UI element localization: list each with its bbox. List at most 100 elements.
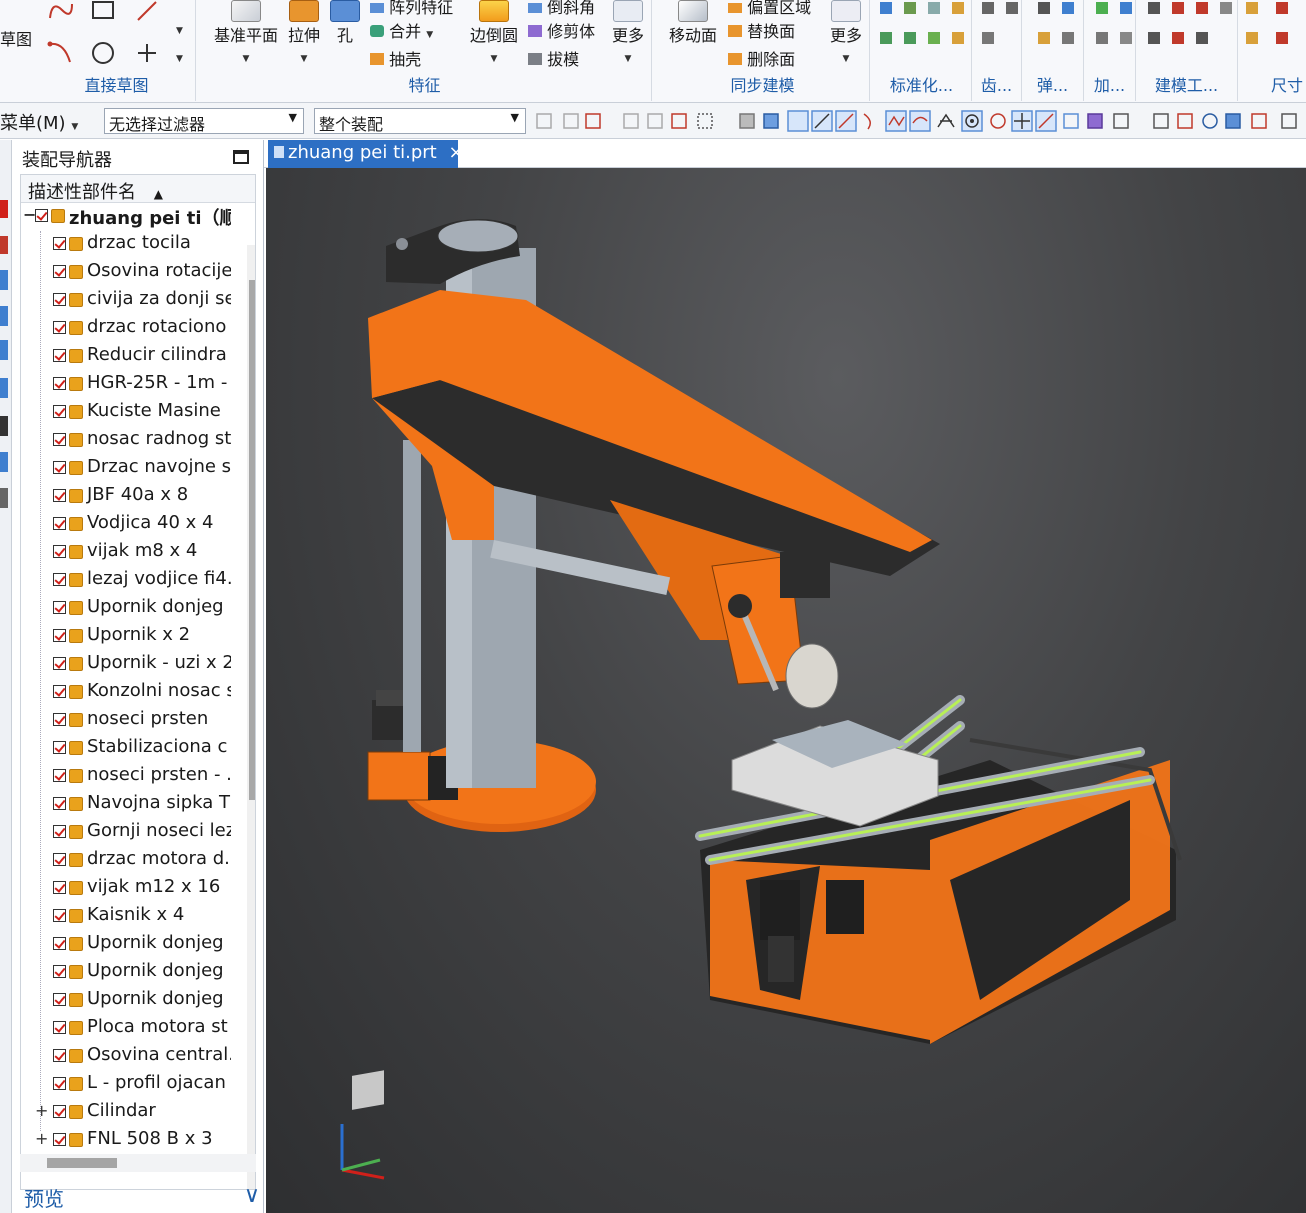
maximize-icon[interactable] [233,150,249,164]
shell-button[interactable]: 抽壳 [370,46,421,70]
circle-icon[interactable] [90,40,116,66]
point-icon[interactable] [134,40,160,66]
tree-item-row[interactable]: Kuciste Masine [21,399,231,427]
visibility-checkbox[interactable] [53,797,66,810]
selection-scope-dropdown[interactable]: 整个装配 ▼ [314,108,526,134]
tree-item-row[interactable]: Ploca motora st [21,1015,231,1043]
sync-more-button[interactable]: 更多 ▼ [824,0,868,65]
pattern-feature-button[interactable]: 阵列特征 [370,0,453,18]
tree-item-row[interactable]: L - profil ojacan [21,1071,231,1099]
visibility-checkbox[interactable] [53,461,66,474]
tree-item-row[interactable]: HGR-25R - 1m - [21,371,231,399]
tree-item-row[interactable]: Upornik donjeg [21,595,231,623]
visibility-checkbox[interactable] [53,965,66,978]
chamfer-button[interactable]: 倒斜角 [528,0,595,18]
guide-rod[interactable] [403,440,421,752]
tree-item-row[interactable]: Drzac navojne s [21,455,231,483]
visibility-checkbox[interactable] [53,853,66,866]
delete-face-button[interactable]: 删除面 [728,46,795,70]
document-tab[interactable]: zhuang pei ti.prt × [268,140,464,168]
tree-item-row[interactable]: Upornik donjeg [21,931,231,959]
visibility-checkbox[interactable] [53,405,66,418]
visibility-checkbox[interactable] [53,293,66,306]
visibility-checkbox[interactable] [53,1049,66,1062]
tree-item-row[interactable]: Kaisnik x 4 [21,903,231,931]
visibility-checkbox[interactable] [53,713,66,726]
close-tab-icon[interactable]: × [448,142,463,163]
tree-item-row[interactable]: Osovina rotacije [21,259,231,287]
visibility-checkbox[interactable] [53,321,66,334]
visibility-checkbox[interactable] [53,825,66,838]
edge-blend-button[interactable]: 边倒圆 ▼ [464,0,524,65]
tree-item-row[interactable]: Vodjica 40 x 4 [21,511,231,539]
tree-item-row[interactable]: Konzolni nosac s [21,679,231,707]
snap-toolbar-icons[interactable] [534,109,1306,135]
resource-bar-icons[interactable] [0,140,12,640]
graphics-viewport[interactable] [266,168,1306,1213]
horizontal-scroll-thumb[interactable] [47,1158,117,1168]
visibility-checkbox[interactable] [53,1133,66,1146]
visibility-checkbox[interactable] [53,433,66,446]
gallery-more-icon[interactable]: ▼ [176,54,183,64]
visibility-checkbox[interactable] [53,769,66,782]
visibility-checkbox[interactable] [53,909,66,922]
chevron-down-icon[interactable]: ∨ [244,1183,260,1208]
visibility-checkbox[interactable] [53,685,66,698]
spline-icon[interactable] [46,40,76,66]
tree-item-row[interactable]: drzac tocila [21,231,231,259]
extrude-button[interactable]: 拉伸 ▼ [284,0,324,65]
column-header[interactable]: 描述性部件名 ▲ [21,175,255,203]
tree-root-row[interactable]: − zhuang pei ti（顺... [21,203,231,231]
vertical-scroll-thumb[interactable] [249,280,255,800]
tree-item-row[interactable]: vijak m12 x 16 [21,875,231,903]
features-more-button[interactable]: 更多 ▼ [608,0,648,65]
move-face-button[interactable]: 移动面 [664,0,722,46]
line-icon[interactable] [134,0,160,22]
visibility-checkbox[interactable] [53,657,66,670]
menu-button[interactable]: 菜单(M) ▼ [0,109,78,135]
tree-item-row[interactable]: civija za donji se [21,287,231,315]
vertical-scrollbar[interactable] [247,245,255,1189]
visibility-checkbox[interactable] [53,993,66,1006]
tree-item-row[interactable]: + FNL 508 B x 3 [21,1127,231,1155]
tree-item-row[interactable]: JBF 40a x 8 [21,483,231,511]
arc-icon[interactable] [46,0,76,22]
visibility-checkbox[interactable] [53,741,66,754]
tree-item-row[interactable]: + Cilindar [21,1099,231,1127]
unite-button[interactable]: 合并 ▼ [370,18,433,42]
tree-item-row[interactable]: Osovina central. [21,1043,231,1071]
tree-item-row[interactable]: Upornik - uzi x 2 [21,651,231,679]
tree-item-row[interactable]: Upornik x 2 [21,623,231,651]
tree-item-row[interactable]: noseci prsten - ... [21,763,231,791]
tree-item-row[interactable]: noseci prsten [21,707,231,735]
datum-plane-button[interactable]: 基准平面 ▼ [208,0,284,65]
hole-button[interactable]: 孔 [328,0,362,46]
tree-item-row[interactable]: nosac radnog st [21,427,231,455]
visibility-checkbox[interactable] [53,377,66,390]
selection-filter-dropdown[interactable]: 无选择过滤器 ▼ [104,108,304,134]
expand-icon[interactable]: + [35,1101,48,1120]
visibility-checkbox[interactable] [53,489,66,502]
grinder-assembly[interactable] [711,552,839,709]
visibility-checkbox[interactable] [53,1021,66,1034]
visibility-checkbox[interactable] [53,1105,66,1118]
tree-item-row[interactable]: Stabilizaciona c [21,735,231,763]
tree-item-row[interactable]: Upornik donjeg [21,959,231,987]
tree-item-row[interactable]: Upornik donjeg [21,987,231,1015]
rectangle-icon[interactable] [90,0,116,22]
replace-face-button[interactable]: 替换面 [728,18,795,42]
sort-ascending-icon[interactable]: ▲ [154,187,163,201]
visibility-checkbox[interactable] [53,601,66,614]
tree-item-row[interactable]: Navojna sipka T [21,791,231,819]
visibility-checkbox[interactable] [35,209,48,222]
expand-icon[interactable]: + [35,1129,48,1148]
visibility-checkbox[interactable] [53,937,66,950]
visibility-checkbox[interactable] [53,545,66,558]
visibility-checkbox[interactable] [53,265,66,278]
horizontal-scrollbar[interactable] [20,1154,256,1172]
gallery-down-icon[interactable]: ▼ [176,26,183,36]
tree-item-row[interactable]: Reducir cilindra [21,343,231,371]
visibility-checkbox[interactable] [53,517,66,530]
visibility-checkbox[interactable] [53,629,66,642]
visibility-checkbox[interactable] [53,237,66,250]
